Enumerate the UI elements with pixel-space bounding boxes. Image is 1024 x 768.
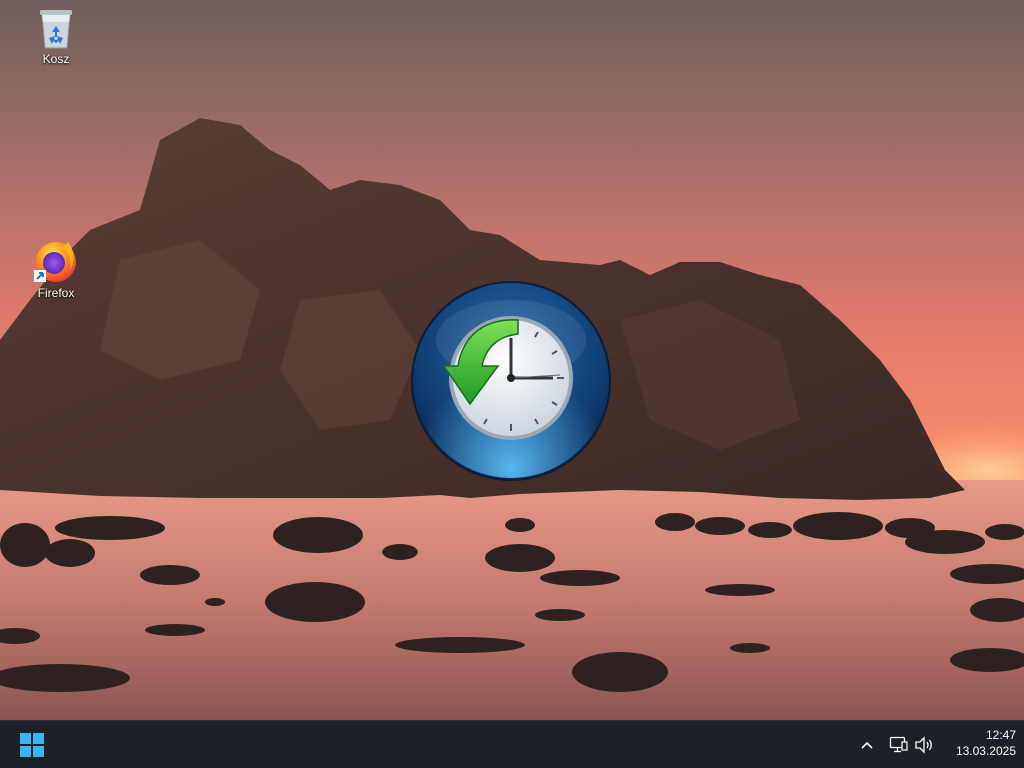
desktop-icon-firefox[interactable]: Firefox: [19, 236, 93, 300]
taskbar-clock[interactable]: 12:47 13.03.2025: [946, 727, 1016, 759]
firefox-icon: [34, 242, 76, 282]
network-icon: [889, 736, 908, 753]
show-hidden-icons-button[interactable]: [858, 733, 876, 757]
desktop-icon-recycle-bin[interactable]: Kosz: [19, 6, 93, 66]
clock-date: 13.03.2025: [955, 744, 1016, 758]
chevron-up-icon: [861, 741, 873, 749]
clock-restore-icon: [411, 281, 611, 481]
windows-logo-icon: [20, 733, 44, 757]
volume-icon: [915, 736, 932, 754]
clock-time: 12:47: [985, 728, 1016, 742]
network-button[interactable]: [888, 733, 910, 757]
desktop-icon-label: Firefox: [37, 286, 75, 300]
taskbar: 12:47 13.03.2025: [0, 720, 1024, 768]
volume-button[interactable]: [913, 733, 935, 757]
desktop-icon-label: Kosz: [42, 52, 70, 66]
start-button[interactable]: [14, 729, 50, 761]
recycle-bin-icon: [40, 10, 72, 49]
desktop: Kosz Firefox: [0, 0, 1024, 720]
